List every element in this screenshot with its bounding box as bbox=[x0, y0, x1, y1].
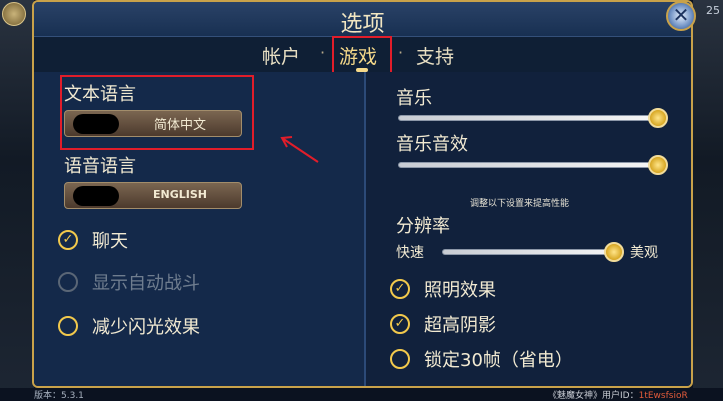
music-slider-fill bbox=[399, 116, 653, 120]
sound-effects-slider[interactable] bbox=[398, 162, 654, 168]
music-label: 音乐 bbox=[396, 88, 432, 109]
voice-language-label: 语音语言 bbox=[64, 156, 136, 177]
user-id-text: 《魅魔女神》用户ID：1tEwsfsioR bbox=[548, 388, 688, 401]
resolution-slider-fill bbox=[443, 250, 619, 254]
resolution-slider[interactable] bbox=[442, 249, 620, 255]
corner-counter: 25 bbox=[706, 4, 720, 17]
ultra-shadows-label: 超高阴影 bbox=[424, 315, 496, 336]
resolution-min-label: 快速 bbox=[396, 245, 424, 261]
lock-30fps-checkbox[interactable] bbox=[390, 349, 410, 369]
chat-label: 聊天 bbox=[92, 231, 128, 252]
close-button[interactable]: ✕ bbox=[666, 1, 696, 31]
music-slider-knob[interactable] bbox=[648, 108, 668, 128]
text-language-highlight-box bbox=[60, 75, 254, 150]
lighting-checkbox[interactable]: ✓ bbox=[390, 279, 410, 299]
music-slider[interactable] bbox=[398, 115, 654, 121]
tab-support[interactable]: 支持 bbox=[416, 42, 454, 69]
reduce-flash-checkbox[interactable] bbox=[58, 316, 78, 336]
resolution-label: 分辨率 bbox=[396, 216, 450, 237]
settings-gear-icon[interactable] bbox=[2, 2, 26, 26]
ultra-shadows-checkbox[interactable]: ✓ bbox=[390, 314, 410, 334]
voice-language-selector[interactable]: ENGLISH bbox=[64, 182, 242, 209]
reduce-flash-label: 减少闪光效果 bbox=[92, 317, 200, 338]
lighting-label: 照明效果 bbox=[424, 280, 496, 301]
auto-battle-label: 显示自动战斗 bbox=[92, 273, 200, 294]
annotation-arrow-icon bbox=[280, 136, 319, 163]
background-right-strip bbox=[693, 0, 723, 399]
dialog-title: 选项 bbox=[340, 12, 385, 37]
sound-effects-slider-fill bbox=[399, 163, 653, 167]
tab-separator-dot: · bbox=[398, 43, 404, 62]
lock-30fps-label: 锁定30帧（省电） bbox=[424, 350, 573, 371]
resolution-max-label: 美观 bbox=[630, 245, 658, 261]
tab-separator-dot: · bbox=[320, 43, 326, 62]
auto-battle-checkbox[interactable] bbox=[58, 272, 78, 292]
background-left-strip bbox=[0, 0, 34, 399]
sound-effects-slider-knob[interactable] bbox=[648, 155, 668, 175]
performance-note: 调整以下设置来提高性能 bbox=[470, 199, 570, 209]
version-text: 版本：5.3.1 bbox=[34, 391, 84, 401]
title-bar: 选项 bbox=[34, 2, 691, 37]
user-id-value: 1tEwsfsioR bbox=[638, 391, 688, 401]
user-id-prefix: 《魅魔女神》用户ID： bbox=[548, 391, 639, 401]
voice-language-value: ENGLISH bbox=[153, 188, 207, 201]
right-settings-column: 音乐 音乐音效 调整以下设置来提高性能 分辨率 快速 美观 ✓ 照明效果 ✓ 超… bbox=[366, 72, 691, 386]
sound-effects-label: 音乐音效 bbox=[396, 134, 468, 155]
options-dialog: 选项 帐户 · 游戏 · 支持 文本语言 简体中文 语音语言 ENGLISH ✓… bbox=[32, 0, 693, 388]
tab-account[interactable]: 帐户 bbox=[262, 42, 300, 69]
resolution-slider-knob[interactable] bbox=[604, 242, 624, 262]
chat-checkbox[interactable]: ✓ bbox=[58, 230, 78, 250]
redaction-blob bbox=[73, 186, 119, 206]
